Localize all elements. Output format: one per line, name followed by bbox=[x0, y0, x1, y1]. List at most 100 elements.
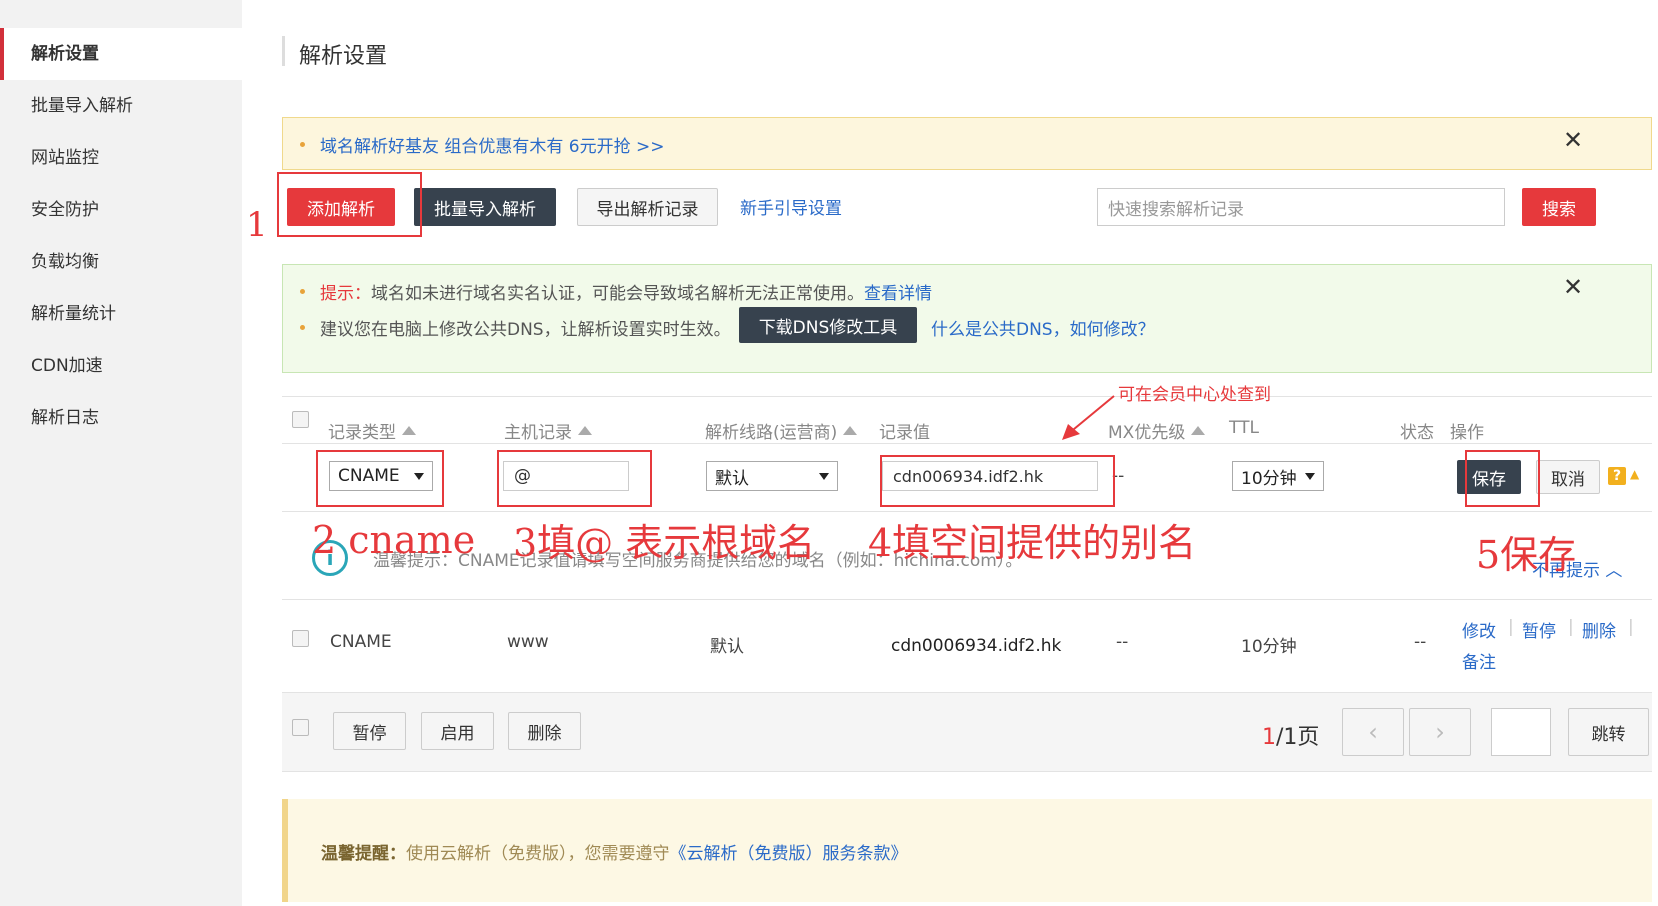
sidebar-item-site-monitor[interactable]: 网站监控 bbox=[0, 132, 242, 184]
tip-text-1: 域名如未进行域名实名认证，可能会导致域名解析无法正常使用。 bbox=[371, 284, 864, 304]
search-input[interactable]: 快速搜索解析记录 bbox=[1097, 188, 1505, 226]
annotation-step1: 1 bbox=[246, 205, 268, 245]
annotation-step2: 2 cname bbox=[312, 518, 476, 562]
sidebar-item-batch-import[interactable]: 批量导入解析 bbox=[0, 80, 242, 132]
sidebar-item-logs[interactable]: 解析日志 bbox=[0, 392, 242, 444]
page-number-input[interactable] bbox=[1491, 708, 1551, 756]
ttl-select[interactable]: 10分钟 bbox=[1232, 461, 1324, 491]
annotation-step5: 5保存 bbox=[1476, 533, 1577, 577]
header-ops: 操作 bbox=[1450, 423, 1484, 443]
bulk-enable-button[interactable]: 启用 bbox=[421, 712, 494, 750]
bullet-icon bbox=[300, 289, 305, 294]
bulk-delete-button[interactable]: 删除 bbox=[508, 712, 581, 750]
close-icon[interactable]: ✕ bbox=[1563, 273, 1583, 301]
row-type: CNAME bbox=[330, 632, 392, 652]
warning-icon: ▲ bbox=[1630, 467, 1640, 481]
page-indicator: 1/1页 bbox=[1262, 719, 1319, 751]
sort-asc-icon bbox=[578, 426, 592, 435]
header-status: 状态 bbox=[1400, 423, 1434, 443]
notice-label: 温馨提醒： bbox=[321, 844, 406, 864]
annotation-arrow-icon bbox=[1062, 395, 1115, 440]
next-page-button[interactable]: › bbox=[1409, 708, 1471, 756]
sidebar-item-security[interactable]: 安全防护 bbox=[0, 184, 242, 236]
tip-box: 提示：域名如未进行域名实名认证，可能会导致域名解析无法正常使用。查看详情 建议您… bbox=[282, 264, 1652, 373]
chevron-left-icon: ‹ bbox=[1368, 718, 1378, 746]
promo-link[interactable]: 域名解析好基友 组合优惠有木有 6元开抢 >> bbox=[320, 132, 665, 157]
header-label: MX优先级 bbox=[1108, 423, 1186, 443]
delete-link[interactable]: 删除 bbox=[1582, 617, 1616, 642]
sort-asc-icon bbox=[843, 426, 858, 435]
sidebar: 解析设置 批量导入解析 网站监控 安全防护 负载均衡 解析量统计 CDN加速 解… bbox=[0, 0, 242, 906]
download-dns-tool-button[interactable]: 下载DNS修改工具 bbox=[739, 307, 917, 343]
header-label: 主机记录 bbox=[504, 423, 572, 443]
header-value: 记录值 bbox=[879, 423, 930, 443]
public-dns-link[interactable]: 什么是公共DNS，如何修改？ bbox=[931, 315, 1155, 340]
view-details-link[interactable]: 查看详情 bbox=[864, 284, 932, 304]
highlight-type-select bbox=[316, 450, 444, 507]
highlight-add-button bbox=[277, 172, 422, 237]
bullet-icon bbox=[300, 142, 305, 147]
edit-link[interactable]: 修改 bbox=[1462, 617, 1496, 642]
highlight-save-button bbox=[1465, 450, 1540, 507]
tip-text-2: 建议您在电脑上修改公共DNS，让解析设置实时生效。 bbox=[320, 320, 731, 340]
cancel-button[interactable]: 取消 bbox=[1536, 460, 1600, 494]
pause-link[interactable]: 暂停 bbox=[1522, 617, 1556, 642]
annotation-member-hint: 可在会员中心处查到 bbox=[1118, 385, 1271, 405]
separator: | bbox=[1568, 617, 1574, 637]
notice-box: 温馨提醒：使用云解析（免费版），您需要遵守《云解析（免费版）服务条款》 bbox=[282, 799, 1652, 902]
divider bbox=[282, 396, 1652, 397]
row-status: -- bbox=[1414, 632, 1427, 652]
header-host[interactable]: 主机记录 bbox=[504, 418, 592, 443]
notice-body: 使用云解析（免费版），您需要遵守 bbox=[406, 844, 670, 864]
export-records-button[interactable]: 导出解析记录 bbox=[577, 188, 718, 226]
header-mx[interactable]: MX优先级 bbox=[1108, 418, 1206, 443]
sort-asc-icon bbox=[402, 426, 416, 435]
sidebar-item-cdn[interactable]: CDN加速 bbox=[0, 340, 242, 392]
separator: | bbox=[1508, 617, 1514, 637]
row-line: 默认 bbox=[710, 637, 744, 657]
line-select[interactable]: 默认 bbox=[706, 461, 838, 491]
guide-settings-link[interactable]: 新手引导设置 bbox=[740, 194, 842, 219]
row-host: www bbox=[507, 632, 549, 652]
bulk-pause-button[interactable]: 暂停 bbox=[333, 712, 406, 750]
promo-banner: 域名解析好基友 组合优惠有木有 6元开抢 >> ✕ bbox=[282, 117, 1652, 170]
ttl-value: 10分钟 bbox=[1241, 468, 1297, 489]
tip-line-1: 提示：域名如未进行域名实名认证，可能会导致域名解析无法正常使用。查看详情 bbox=[320, 279, 932, 304]
annotation-step3: 3填@ 表示根域名 bbox=[513, 521, 816, 565]
chevron-right-icon: › bbox=[1435, 718, 1445, 746]
bullet-icon bbox=[300, 325, 305, 330]
line-value: 默认 bbox=[715, 468, 749, 489]
sidebar-item-stats[interactable]: 解析量统计 bbox=[0, 288, 242, 340]
help-icon[interactable]: ? bbox=[1608, 467, 1626, 485]
batch-import-button[interactable]: 批量导入解析 bbox=[414, 188, 556, 226]
highlight-host-input bbox=[497, 450, 652, 507]
highlight-value-input bbox=[880, 455, 1115, 507]
chevron-down-icon bbox=[819, 473, 829, 480]
separator: | bbox=[1628, 617, 1634, 637]
search-button[interactable]: 搜索 bbox=[1522, 188, 1596, 226]
remark-link[interactable]: 备注 bbox=[1462, 648, 1496, 673]
header-record-type[interactable]: 记录类型 bbox=[328, 418, 416, 443]
page-total: /1页 bbox=[1276, 725, 1320, 750]
title-divider bbox=[282, 36, 285, 66]
notice-text: 温馨提醒：使用云解析（免费版），您需要遵守《云解析（免费版）服务条款》 bbox=[321, 839, 908, 864]
header-line[interactable]: 解析线路(运营商) bbox=[705, 418, 858, 443]
terms-link[interactable]: 《云解析（免费版）服务条款》 bbox=[670, 844, 908, 864]
header-ttl: TTL bbox=[1229, 418, 1259, 438]
select-all-bottom-checkbox[interactable] bbox=[292, 719, 309, 736]
chevron-up-icon: ︿ bbox=[1605, 561, 1623, 581]
annotation-step4: 4填空间提供的别名 bbox=[868, 521, 1197, 565]
row-checkbox[interactable] bbox=[292, 630, 309, 647]
page-title: 解析设置 bbox=[299, 44, 388, 69]
tip-label: 提示： bbox=[320, 284, 371, 304]
sidebar-item-load-balance[interactable]: 负载均衡 bbox=[0, 236, 242, 288]
divider bbox=[282, 443, 1652, 444]
prev-page-button[interactable]: ‹ bbox=[1342, 708, 1404, 756]
select-all-checkbox[interactable] bbox=[292, 411, 309, 428]
jump-button[interactable]: 跳转 bbox=[1568, 708, 1649, 756]
close-icon[interactable]: ✕ bbox=[1563, 126, 1583, 154]
divider bbox=[282, 599, 1652, 600]
sort-asc-icon bbox=[1191, 426, 1206, 435]
row-mx: -- bbox=[1116, 632, 1129, 652]
sidebar-item-dns-settings[interactable]: 解析设置 bbox=[0, 28, 242, 80]
